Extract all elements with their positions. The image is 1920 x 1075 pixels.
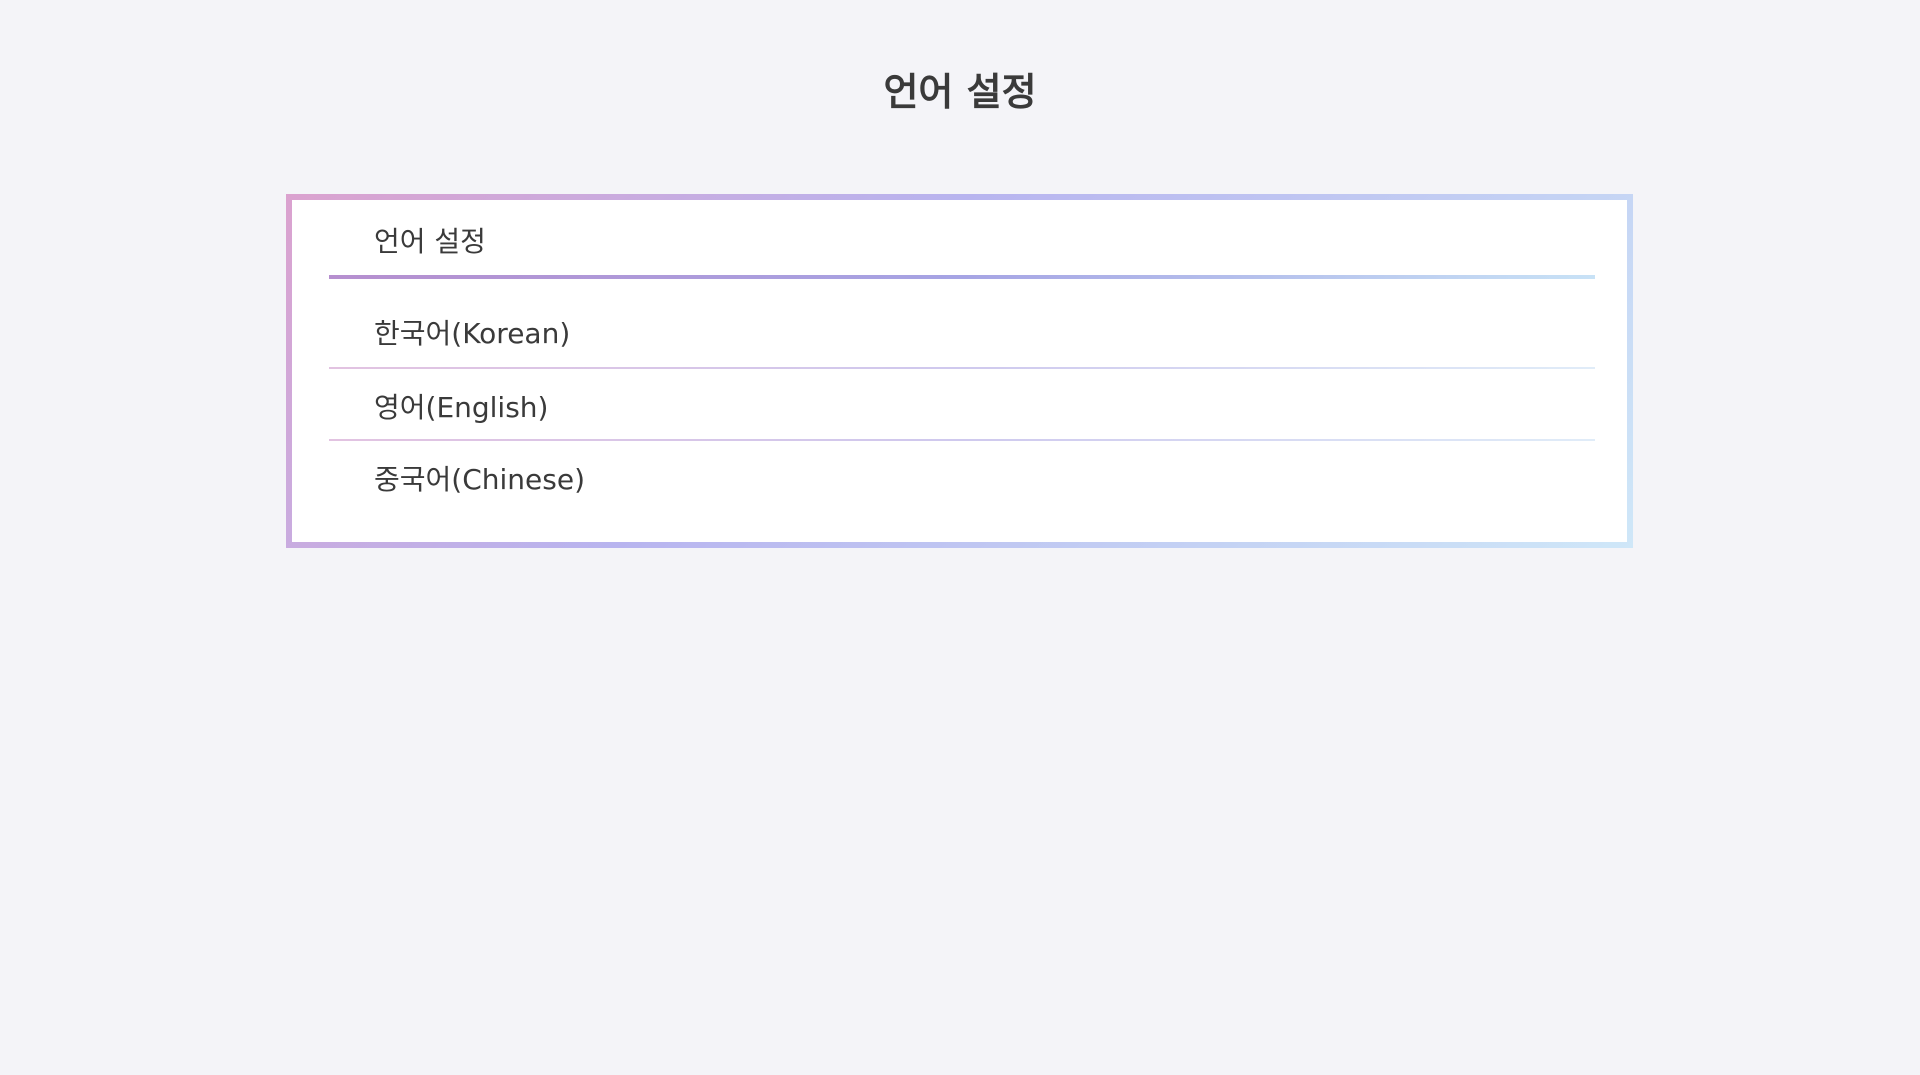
panel-header: 언어 설정	[329, 200, 1595, 279]
language-settings-panel: 언어 설정 한국어(Korean) 영어(English) 중국어(Chines…	[292, 200, 1627, 542]
language-option-label: 중국어(Chinese)	[374, 463, 585, 496]
page-title: 언어 설정	[883, 70, 1037, 114]
language-settings-panel-border: 언어 설정 한국어(Korean) 영어(English) 중국어(Chines…	[286, 194, 1633, 548]
language-option-label: 한국어(Korean)	[374, 317, 571, 350]
language-option-korean[interactable]: 한국어(Korean)	[329, 279, 1595, 369]
language-option-chinese[interactable]: 중국어(Chinese)	[329, 441, 1595, 513]
language-option-label: 영어(English)	[374, 391, 549, 424]
language-list: 한국어(Korean) 영어(English) 중국어(Chinese)	[329, 279, 1595, 513]
language-option-english[interactable]: 영어(English)	[329, 369, 1595, 441]
panel-header-label: 언어 설정	[374, 225, 486, 258]
